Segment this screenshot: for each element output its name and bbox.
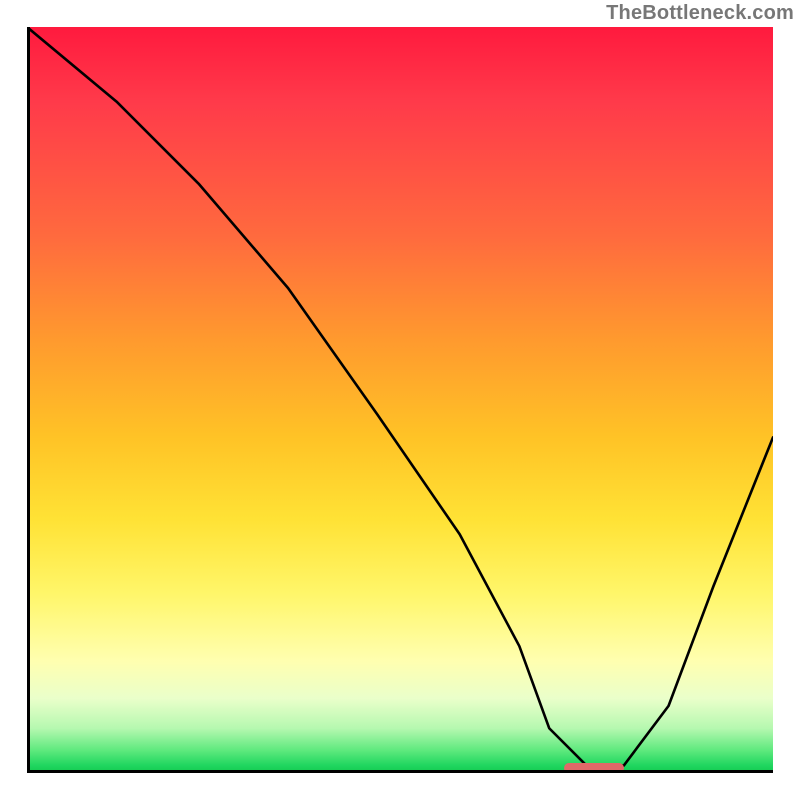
chart-container: TheBottleneck.com bbox=[0, 0, 800, 800]
curve-svg bbox=[27, 27, 773, 773]
plot-area bbox=[27, 27, 773, 773]
minimum-marker bbox=[564, 763, 624, 773]
curve-path bbox=[27, 27, 773, 766]
watermark-text: TheBottleneck.com bbox=[606, 2, 794, 25]
